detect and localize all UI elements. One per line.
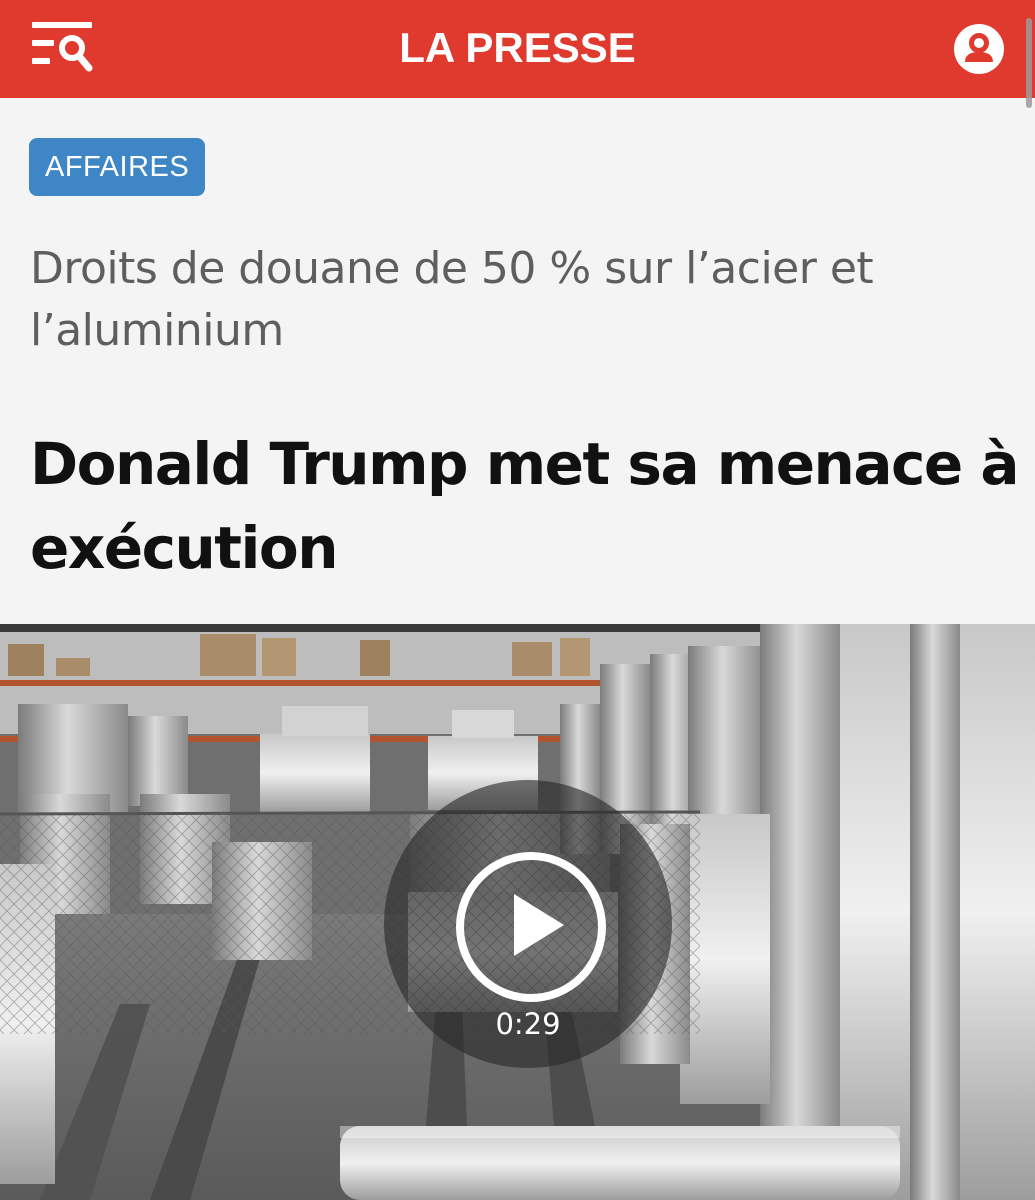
top-bar: LA PRESSE (0, 0, 1035, 98)
video-duration: 0:29 (495, 1007, 561, 1041)
page: LA PRESSE AFFAIRES Droits de douane de 5… (0, 0, 1035, 1200)
article-kicker: Droits de douane de 50 % sur l’acier et … (30, 243, 874, 356)
scrollbar[interactable] (1026, 18, 1032, 108)
article-headline[interactable]: Donald Trump met sa menace à exécution (30, 422, 1020, 590)
user-icon (965, 33, 993, 62)
user-account-icon[interactable] (954, 24, 1004, 74)
category-badge[interactable]: AFFAIRES (29, 138, 206, 196)
play-icon (514, 894, 564, 956)
site-logo[interactable]: LA PRESSE (0, 24, 1035, 72)
play-button[interactable] (456, 852, 606, 1002)
